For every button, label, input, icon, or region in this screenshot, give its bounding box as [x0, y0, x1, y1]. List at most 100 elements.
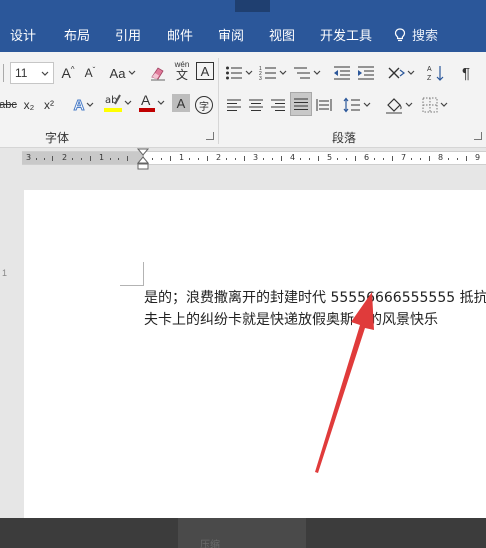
chevron-down-icon	[440, 102, 448, 107]
chevron-down-icon	[124, 100, 132, 105]
tell-me-search[interactable]: 搜索	[394, 28, 438, 46]
ruler-dot	[263, 158, 264, 160]
ribbon-tab-bar: 设计 布局 引用 邮件 审阅 视图 开发工具 搜索	[0, 20, 486, 52]
character-shading-glyph: A	[176, 95, 186, 111]
decrease-indent-button[interactable]	[332, 62, 352, 84]
caret-down-small-icon: ˇ	[92, 65, 96, 75]
shrink-font-glyph: A	[84, 66, 93, 80]
subscript-glyph: x₂	[23, 98, 35, 112]
ruler-dot	[152, 158, 153, 160]
phonetic-guide-button[interactable]: wén 文	[172, 60, 192, 82]
text-effects-button[interactable]: A	[70, 94, 98, 116]
ruler-tick	[52, 156, 53, 161]
paragraph-dialog-launcher[interactable]	[474, 132, 482, 140]
text-effects-glyph: A	[73, 96, 85, 114]
font-dialog-launcher[interactable]	[206, 132, 214, 140]
align-left-button[interactable]	[224, 94, 244, 116]
justify-button[interactable]	[290, 92, 312, 116]
horizontal-ruler[interactable]: 3 2 1 1 2 3 4 5 6 7 8 9	[0, 148, 486, 170]
align-right-button[interactable]	[268, 94, 288, 116]
enclose-circle-icon: 字	[195, 96, 213, 114]
document-text-line-1[interactable]: 是的；浪费撒离开的封建时代 55556666555555 抵抗肌	[144, 287, 486, 307]
phonetic-base-char: 文	[175, 67, 188, 82]
character-border-button[interactable]: A	[196, 62, 214, 80]
svg-text:Z: Z	[427, 75, 432, 82]
chevron-down-icon	[245, 70, 253, 75]
shrink-font-button[interactable]: Aˇ	[80, 62, 100, 84]
align-left-icon	[227, 99, 241, 111]
change-case-button[interactable]: Aa	[106, 62, 140, 84]
ruler-number: 4	[290, 153, 296, 162]
tab-design[interactable]: 设计	[10, 28, 36, 46]
bottom-bar: 压缩	[0, 518, 486, 548]
chevron-down-icon	[86, 102, 94, 107]
chinese-layout-button[interactable]	[386, 62, 416, 84]
tab-mailings[interactable]: 邮件	[167, 28, 193, 46]
tab-view[interactable]: 视图	[269, 28, 295, 46]
ruler-tick	[392, 156, 393, 161]
grow-font-button[interactable]: A ^	[58, 62, 78, 84]
ruler-number: 7	[401, 153, 407, 162]
ruler-dot	[72, 158, 73, 160]
ruler-dot	[226, 158, 227, 160]
caret-up-icon: ^	[70, 64, 75, 74]
borders-icon	[422, 97, 438, 113]
tab-references[interactable]: 引用	[115, 28, 141, 46]
document-page[interactable]: 是的；浪费撒离开的封建时代 55556666555555 抵抗肌 夫卡上的纠纷卡…	[24, 190, 486, 518]
ruler-tick	[318, 156, 319, 161]
tab-developer[interactable]: 开发工具	[320, 28, 372, 46]
chevron-down-icon	[41, 71, 49, 76]
increase-indent-button[interactable]	[356, 62, 376, 84]
superscript-glyph: x²	[44, 98, 54, 112]
font-size-box[interactable]: 11	[10, 62, 54, 84]
multilevel-list-icon	[294, 67, 310, 79]
show-marks-button[interactable]: ¶	[456, 62, 476, 84]
line-spacing-button[interactable]	[342, 94, 372, 116]
bullets-button[interactable]	[224, 62, 254, 84]
chevron-down-icon	[407, 70, 415, 75]
ruler-dot	[118, 158, 119, 160]
ruler-number: 6	[364, 153, 370, 162]
ruler-number: 3	[253, 153, 259, 162]
document-text-line-2[interactable]: 夫卡上的纠纷卡就是快递放假奥斯卡的风景快乐	[144, 309, 438, 329]
strikethrough-button[interactable]: abc	[0, 94, 17, 116]
ruler-dot	[272, 158, 273, 160]
indent-marker-handle[interactable]	[137, 148, 149, 170]
ruler-dot	[198, 158, 199, 160]
numbering-button[interactable]: 123	[258, 62, 288, 84]
superscript-button[interactable]: x²	[40, 94, 58, 116]
distributed-button[interactable]	[314, 94, 334, 116]
ruler-number: 8	[438, 153, 444, 162]
decrease-indent-icon	[334, 66, 350, 80]
ruler-dot	[235, 158, 236, 160]
borders-button[interactable]	[420, 94, 450, 116]
font-name-box-edge[interactable]	[0, 62, 6, 84]
paint-bucket-icon	[386, 98, 402, 114]
ruler-dot	[337, 158, 338, 160]
highlight-color-button[interactable]: ab	[104, 92, 132, 114]
character-shading-button[interactable]: A	[172, 94, 190, 112]
font-color-button[interactable]: A	[138, 92, 166, 114]
multilevel-list-button[interactable]	[292, 62, 322, 84]
distributed-icon	[316, 99, 332, 111]
bottom-center-panel: 压缩	[178, 518, 306, 548]
increase-indent-icon	[358, 66, 374, 80]
group-separator	[218, 58, 219, 144]
align-center-icon	[249, 99, 263, 111]
ruler-dot	[420, 158, 421, 160]
tab-review[interactable]: 审阅	[218, 28, 244, 46]
ruler-left-margin	[22, 152, 144, 164]
ruler-tick	[170, 156, 171, 161]
enclose-characters-button[interactable]: 字	[194, 94, 214, 116]
sort-button[interactable]: AZ	[426, 62, 446, 84]
sort-icon: AZ	[427, 66, 444, 82]
tab-layout[interactable]: 布局	[64, 28, 90, 46]
clear-formatting-button[interactable]	[148, 62, 168, 84]
shading-button[interactable]	[384, 94, 414, 116]
chevron-down-icon	[129, 70, 136, 75]
pilcrow-icon: ¶	[461, 64, 471, 82]
highlighter-icon: ab	[104, 92, 122, 114]
ruler-tick	[281, 156, 282, 161]
align-center-button[interactable]	[246, 94, 266, 116]
subscript-button[interactable]: x₂	[20, 94, 38, 116]
